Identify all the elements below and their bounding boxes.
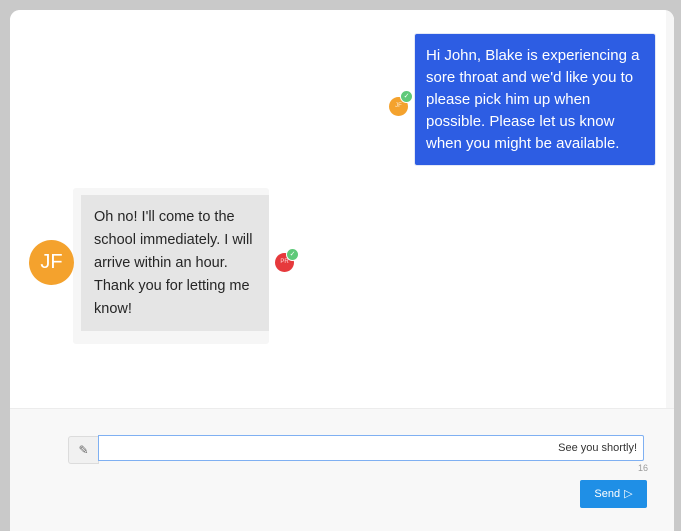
read-check-icon: ✓ <box>400 90 413 103</box>
message-composer: ✎ 16 Send▷ <box>10 408 674 531</box>
paperclip-icon: ✎ <box>78 443 89 457</box>
message-thread[interactable]: Hi John, Blake is experiencing a sore th… <box>10 10 674 408</box>
attach-button[interactable]: ✎ <box>68 436 99 464</box>
send-button[interactable]: Send ▷ <box>580 480 647 508</box>
send-label: Send <box>594 488 621 500</box>
received-message-bubble: Oh no! I'll come to the school immediate… <box>81 195 269 331</box>
character-count: 16 <box>637 463 648 473</box>
sent-message-bubble: Hi John, Blake is experiencing a sore th… <box>415 34 655 165</box>
sender-avatar: JF <box>29 240 74 285</box>
send-arrow-icon: ▷ <box>624 488 633 500</box>
chat-window: Hi John, Blake is experiencing a sore th… <box>10 10 674 531</box>
message-input[interactable] <box>98 435 644 461</box>
read-check-icon: ✓ <box>286 248 299 261</box>
thread-scrollbar[interactable] <box>666 10 674 408</box>
